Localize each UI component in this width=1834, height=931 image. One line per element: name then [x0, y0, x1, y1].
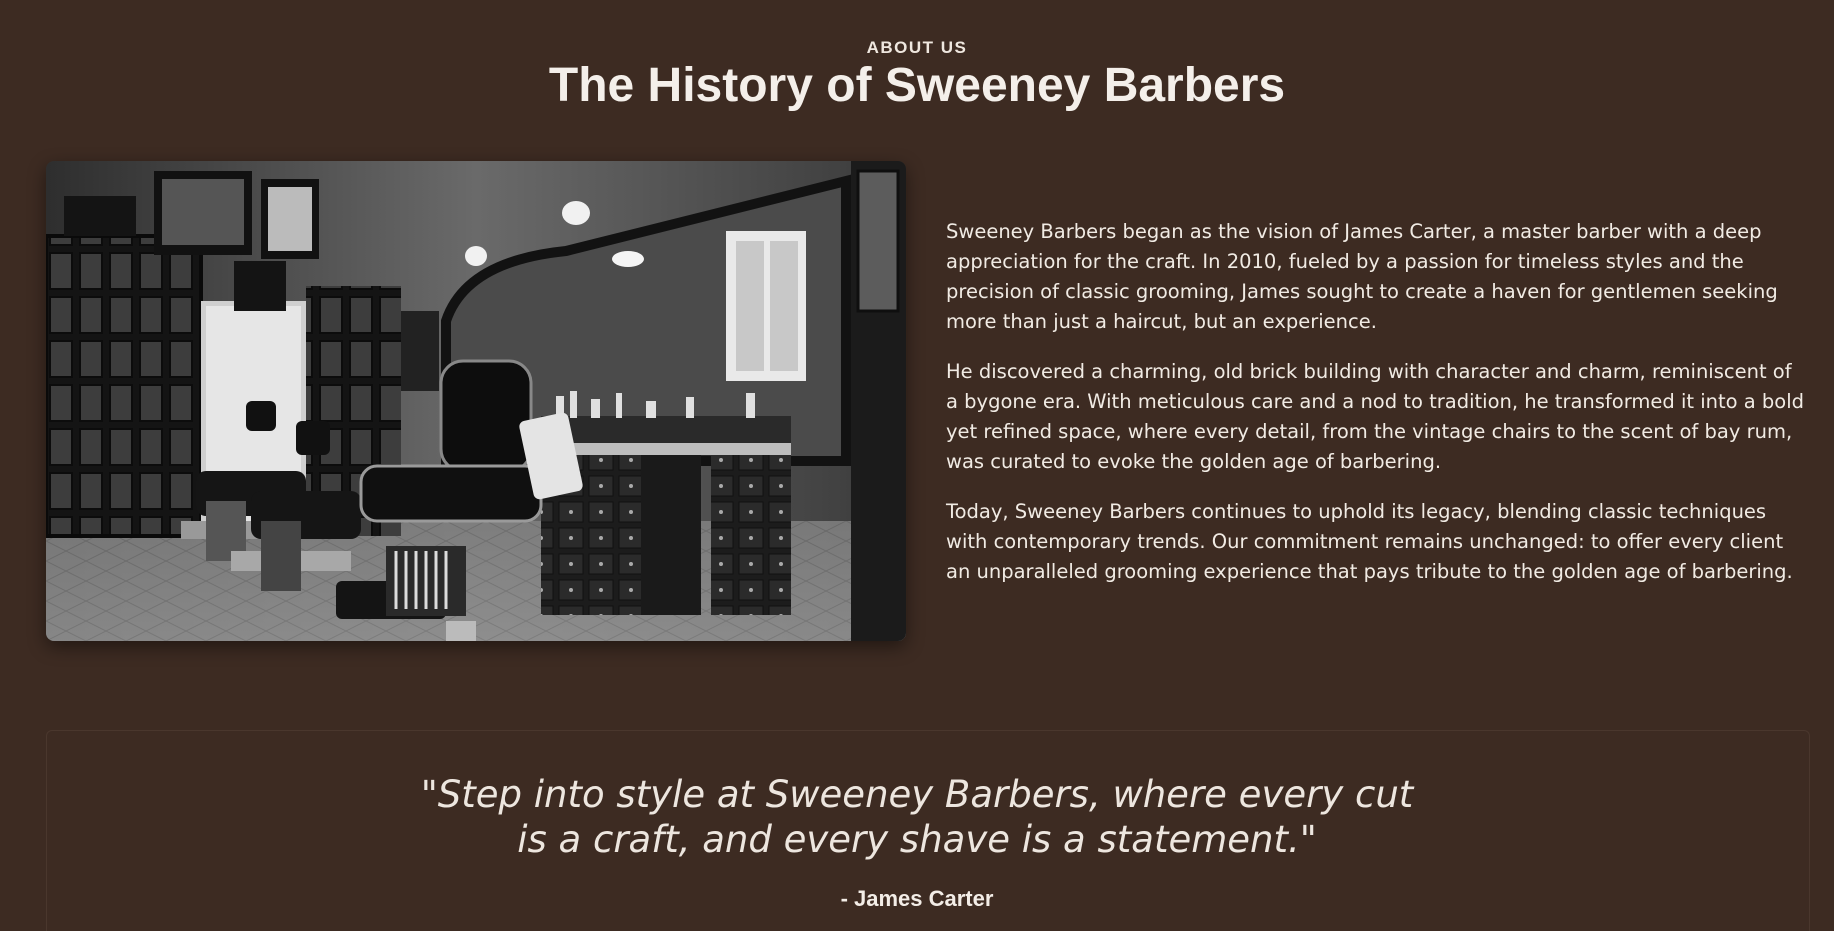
- about-eyebrow: ABOUT US: [866, 38, 968, 57]
- history-text: Sweeney Barbers began as the vision of J…: [946, 217, 1808, 607]
- page-title: The History of Sweeney Barbers: [548, 59, 1286, 112]
- history-paragraph: Sweeney Barbers began as the vision of J…: [946, 220, 1778, 333]
- testimonial-author: - James Carter: [840, 886, 994, 911]
- barbershop-photo: [46, 161, 906, 641]
- history-paragraph: He discovered a charming, old brick buil…: [946, 360, 1805, 473]
- history-paragraph: Today, Sweeney Barbers continues to upho…: [946, 500, 1793, 583]
- testimonial-quote: "Step into style at Sweeney Barbers, whe…: [420, 773, 1414, 861]
